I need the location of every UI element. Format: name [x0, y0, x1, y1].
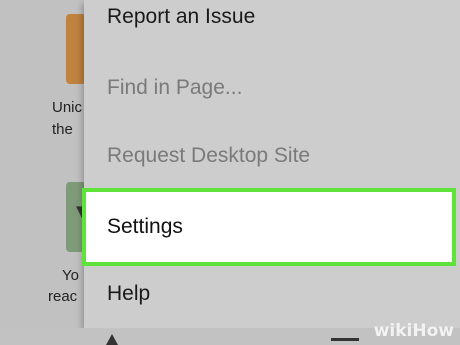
upload-arrow-icon[interactable] — [106, 334, 118, 345]
menu-item-request-desktop-site: Request Desktop Site — [107, 144, 311, 167]
tile-caption-line3: Yo — [62, 267, 79, 284]
tile-caption-line2: the — [52, 121, 73, 138]
watermark-suffix: How — [412, 321, 454, 341]
menu-item-settings[interactable]: Settings — [82, 188, 456, 266]
tile-caption-line4: reac — [48, 288, 78, 305]
watermark-prefix: wiki — [373, 321, 413, 341]
watermark: wikiHow — [374, 321, 454, 341]
app-tile-orange[interactable] — [66, 14, 86, 84]
tabs-icon[interactable] — [331, 338, 359, 344]
menu-item-find-in-page: Find in Page... — [107, 76, 243, 99]
tile-caption-line1: Unic — [52, 99, 83, 116]
menu-item-help[interactable]: Help — [84, 262, 460, 326]
menu-item-report-issue[interactable]: Report an Issue — [84, 0, 460, 49]
overflow-menu: Report an Issue Find in Page... Request … — [84, 0, 460, 328]
